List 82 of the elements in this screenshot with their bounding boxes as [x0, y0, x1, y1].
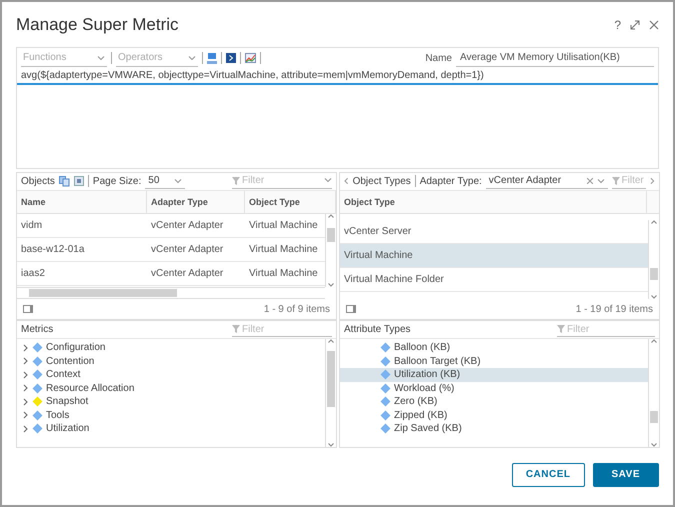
- tree-item[interactable]: Utilization: [17, 422, 325, 436]
- page-size-dropdown[interactable]: 50: [145, 173, 186, 190]
- table-cell-text: vidm: [20, 219, 44, 234]
- table-cell-text: base-w12-01a: [20, 243, 86, 258]
- horizontal-scrollbar[interactable]: [17, 287, 325, 299]
- table-cell-text: iaas2: [20, 267, 46, 282]
- table-cell-text: Virtual Machine: [248, 267, 319, 282]
- item-count: 1 - 9 of 9 items: [264, 304, 330, 314]
- filter-icon: [557, 325, 565, 333]
- tree-item[interactable]: Snapshot: [17, 395, 325, 408]
- vertical-scrollbar[interactable]: [648, 220, 659, 299]
- help-button[interactable]: ?: [614, 18, 621, 32]
- table-cell-text: Virtual Machine: [248, 219, 319, 234]
- table-cell-text: Virtual Machine: [248, 243, 319, 258]
- scroll-down-icon[interactable]: [651, 443, 657, 447]
- vertical-scrollbar[interactable]: [648, 339, 659, 447]
- chart-icon[interactable]: [245, 53, 256, 63]
- adapter-type-label: Adapter Type:: [420, 176, 482, 187]
- column-header[interactable]: Name: [17, 190, 147, 214]
- scroll-right-icon[interactable]: [650, 177, 656, 186]
- clear-icon[interactable]: [586, 178, 593, 184]
- save-button[interactable]: SAVE: [592, 462, 659, 486]
- columns-icon[interactable]: [23, 305, 33, 313]
- vertical-scrollbar[interactable]: [325, 214, 336, 288]
- tree-item[interactable]: Zero (KB): [340, 395, 648, 408]
- scrollbar-thumb[interactable]: [650, 411, 658, 423]
- tree-item[interactable]: Balloon Target (KB): [340, 354, 648, 368]
- console-icon[interactable]: [226, 53, 236, 63]
- tree-item[interactable]: Configuration: [17, 341, 325, 354]
- scroll-up-icon[interactable]: [651, 339, 657, 343]
- tree-item[interactable]: Zip Saved (KB): [340, 422, 648, 436]
- adapter-type-dropdown[interactable]: vCenter Adapter: [486, 173, 608, 190]
- expand-icon[interactable]: [630, 20, 640, 30]
- scroll-left-icon[interactable]: [344, 177, 349, 186]
- attribute-types-label: Attribute Types: [344, 324, 411, 335]
- scroll-down-icon[interactable]: [328, 283, 334, 288]
- scrollbar-thumb[interactable]: [650, 268, 658, 280]
- tree-item[interactable]: Workload (%): [340, 382, 648, 395]
- item-count: 1 - 19 of 19 items: [576, 304, 653, 314]
- formula-field[interactable]: avg(${adaptertype=VMWARE, objecttype=VirtualMachine, attribute=mem|vmMemoryDemand, depth=1}): [17, 68, 658, 85]
- column-header[interactable]: Object Type: [245, 190, 336, 214]
- scroll-down-icon[interactable]: [651, 295, 657, 299]
- deselect-icon[interactable]: [74, 176, 84, 186]
- vertical-scrollbar[interactable]: [325, 339, 336, 447]
- filter-icon: [232, 176, 240, 185]
- tree-item[interactable]: Zipped (KB): [340, 408, 648, 422]
- filter-icon: [612, 176, 620, 185]
- scrollbar-thumb[interactable]: [327, 351, 335, 407]
- scroll-up-icon[interactable]: [651, 220, 657, 224]
- columns-icon[interactable]: [346, 305, 356, 313]
- objects-label: Objects: [21, 176, 55, 187]
- close-icon[interactable]: [649, 20, 659, 30]
- object-types-label: Object Types: [352, 176, 411, 187]
- page-size-label: Page Size:: [92, 176, 142, 187]
- monitor-icon[interactable]: [207, 52, 217, 64]
- tree-item[interactable]: Resource Allocation: [17, 382, 325, 395]
- chevron-icon: [324, 177, 332, 184]
- scrollbar-thumb[interactable]: [29, 289, 177, 297]
- scrollbar-thumb[interactable]: [327, 228, 335, 242]
- dialog-title: Manage Super Metric: [16, 14, 179, 34]
- tree-item[interactable]: Context: [17, 368, 325, 382]
- copy-icon[interactable]: [58, 176, 70, 187]
- tree-item[interactable]: Contention: [17, 354, 325, 368]
- scroll-down-icon[interactable]: [328, 443, 334, 447]
- metrics-label: Metrics: [21, 324, 54, 335]
- table-cell-text: vCenter Adapter: [150, 219, 224, 234]
- tree-item[interactable]: Tools: [17, 408, 325, 422]
- table-cell-text: vCenter Adapter: [150, 243, 224, 258]
- cancel-button[interactable]: CANCEL: [512, 462, 584, 486]
- table-row[interactable]: Virtual Machine: [340, 244, 648, 268]
- chevron-icon: [174, 178, 182, 184]
- scroll-up-icon[interactable]: [328, 214, 334, 218]
- column-header[interactable]: Adapter Type: [147, 190, 245, 214]
- tree-item[interactable]: Balloon (KB): [340, 341, 648, 354]
- name-label: Name: [425, 52, 452, 64]
- chevron-icon: [97, 54, 105, 60]
- table-cell-text: vCenter Adapter: [150, 267, 224, 282]
- tree-item[interactable]: Utilization (KB): [340, 368, 648, 382]
- chevron-icon: [596, 178, 605, 184]
- chevron-icon: [188, 54, 196, 60]
- scroll-up-icon[interactable]: [328, 339, 334, 343]
- filter-icon: [232, 325, 240, 333]
